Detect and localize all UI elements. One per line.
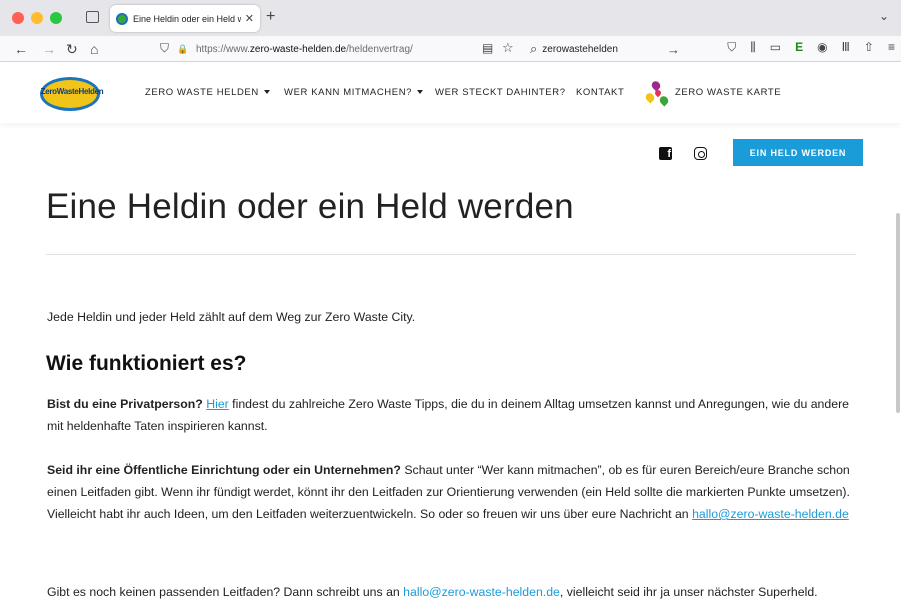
- site-header: ZeroWasteHelden ZERO WASTE HELDEN WER KA…: [0, 63, 901, 123]
- menu-item-kontakt[interactable]: KONTAKT: [576, 87, 624, 98]
- search-input[interactable]: zerowastehelden: [542, 44, 618, 55]
- site-logo[interactable]: ZeroWasteHelden: [34, 75, 104, 111]
- new-tab-button[interactable]: +: [266, 9, 275, 25]
- tab-list-chevron-icon[interactable]: ⌄: [879, 9, 889, 23]
- browser-toolbar: ← → ↻ ⌂ ⛉ 🔒 https://www.zero-waste-helde…: [0, 36, 901, 62]
- search-go-icon[interactable]: →: [667, 42, 680, 57]
- private-person-paragraph: Bist du eine Privatperson? Hier findest …: [47, 397, 850, 433]
- logo-text: ZeroWasteHelden: [40, 87, 104, 96]
- page-title: Eine Heldin oder ein Held werden: [46, 187, 574, 226]
- menu-icon[interactable]: ≡: [888, 40, 895, 55]
- back-arrow-icon[interactable]: ←: [14, 40, 28, 58]
- url-text[interactable]: https://www.zero-waste-helden.de/heldenv…: [196, 44, 413, 55]
- no-guide-paragraph: Gibt es noch keinen passenden Leitfaden?…: [47, 585, 818, 599]
- search-icon: ⌕: [530, 41, 538, 56]
- become-hero-button[interactable]: EIN HELD WERDEN: [733, 139, 863, 166]
- organisation-question: Seid ihr eine Öffentliche Einrichtung od…: [47, 463, 401, 477]
- container-icon[interactable]: Ⅲ: [842, 40, 850, 55]
- maximize-window-button[interactable]: [50, 12, 62, 24]
- email-link-2[interactable]: hallo@zero-waste-helden.de: [403, 585, 560, 599]
- bookmark-star-icon[interactable]: ☆: [502, 39, 514, 57]
- menu-item-wer-kann-mitmachen[interactable]: WER KANN MITMACHEN?: [284, 87, 424, 98]
- share-icon[interactable]: ⇧: [864, 40, 874, 55]
- browser-tab-bar: Eine Heldin oder ein Held werde ✕ + ⌄: [0, 0, 901, 36]
- tips-link[interactable]: Hier: [206, 397, 229, 411]
- organisation-paragraph: Seid ihr eine Öffentliche Einrichtung od…: [47, 463, 850, 521]
- reader-view-icon[interactable]: ▤: [482, 39, 493, 57]
- section-heading: Wie funktioniert es?: [46, 352, 247, 375]
- close-window-button[interactable]: [12, 12, 24, 24]
- minimize-window-button[interactable]: [31, 12, 43, 24]
- tab-overview-icon[interactable]: [86, 11, 99, 23]
- address-bar[interactable]: ⛉ 🔒 https://www.zero-waste-helden.de/hel…: [160, 39, 520, 59]
- library-icon[interactable]: ⫼: [750, 40, 756, 55]
- forward-arrow-icon[interactable]: →: [42, 40, 56, 58]
- email-link[interactable]: hallo@zero-waste-helden.de: [692, 507, 849, 521]
- page-scrollbar[interactable]: [893, 63, 901, 600]
- search-bar[interactable]: ⌕ zerowastehelden →: [530, 39, 680, 59]
- reload-icon[interactable]: ↻: [66, 40, 78, 58]
- pocket-icon[interactable]: ⛉: [727, 40, 736, 55]
- extension-icon[interactable]: E: [795, 40, 803, 55]
- title-divider: [46, 254, 856, 255]
- map-drops-icon: [643, 79, 671, 107]
- tab-title: Eine Heldin oder ein Held werde: [133, 13, 241, 24]
- intro-paragraph: Jede Heldin und jeder Held zählt auf dem…: [47, 310, 416, 324]
- sidebar-icon[interactable]: ▭: [770, 40, 781, 55]
- lock-icon[interactable]: 🔒: [177, 40, 188, 58]
- menu-item-zero-waste-karte[interactable]: ZERO WASTE KARTE: [675, 87, 781, 98]
- caret-down-icon: [417, 90, 424, 95]
- toolbar-extension-icons: ⛉ ⫼ ▭ E ◉ Ⅲ ⇧ ≡: [727, 40, 895, 55]
- menu-item-zero-waste-helden[interactable]: ZERO WASTE HELDEN: [145, 87, 270, 98]
- home-icon[interactable]: ⌂: [90, 40, 98, 58]
- window-controls: [12, 12, 62, 24]
- close-tab-icon[interactable]: ✕: [245, 12, 254, 25]
- scrollbar-thumb[interactable]: [896, 213, 900, 413]
- facebook-icon[interactable]: f: [659, 147, 672, 160]
- tracking-shield-icon[interactable]: ⛉: [160, 39, 169, 57]
- instagram-icon[interactable]: [694, 147, 707, 160]
- menu-item-wer-steckt-dahinter[interactable]: WER STECKT DAHINTER?: [435, 87, 566, 98]
- account-icon[interactable]: ◉: [817, 40, 827, 55]
- browser-tab-active[interactable]: Eine Heldin oder ein Held werde ✕: [110, 5, 260, 32]
- caret-down-icon: [263, 90, 270, 95]
- private-person-question: Bist du eine Privatperson?: [47, 397, 203, 411]
- site-favicon-icon: [116, 12, 128, 25]
